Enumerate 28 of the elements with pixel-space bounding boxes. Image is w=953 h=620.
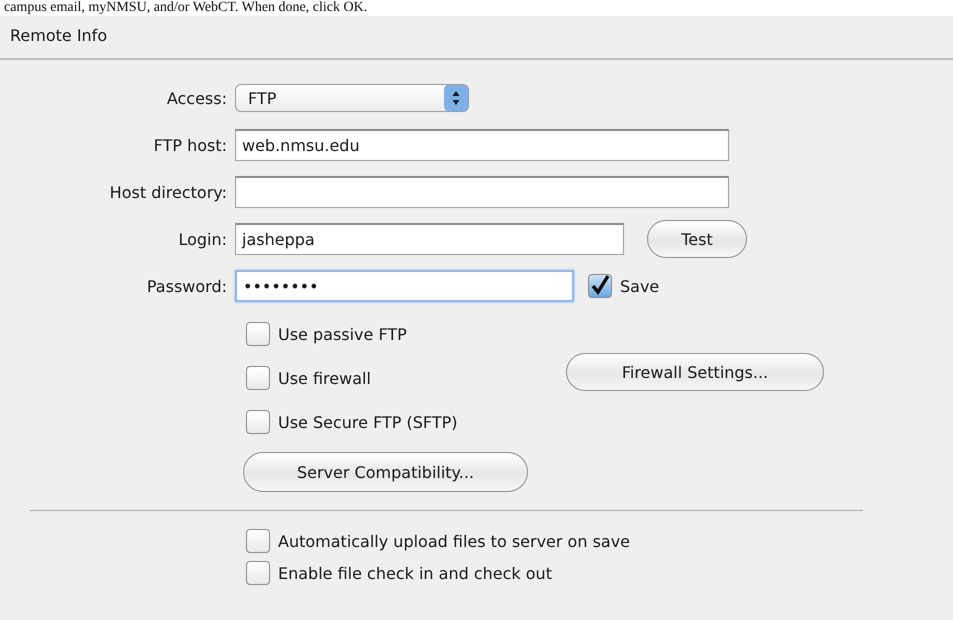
checkbox-label: Use firewall <box>278 368 371 388</box>
checkbox-label: Save <box>620 276 660 296</box>
panel-title: Remote Info <box>9 25 108 47</box>
input-field[interactable]: web.nmsu.edu <box>235 129 729 161</box>
option-checkbox[interactable] <box>246 366 270 390</box>
firewall-settings-button[interactable]: Firewall Settings... <box>566 353 824 391</box>
input-field[interactable] <box>235 176 729 208</box>
checkbox-label: Use Secure FTP (SFTP) <box>278 412 458 432</box>
stepper-icon <box>444 85 468 111</box>
field-label: Host directory: <box>108 182 228 202</box>
field-label: FTP host: <box>152 136 228 154</box>
option-checkbox[interactable] <box>246 561 270 585</box>
option-checkbox[interactable] <box>246 410 270 434</box>
intro-text: campus email, myNMSU, and/or WebCT. When done, click OK. <box>3 0 368 16</box>
test-button[interactable]: Test <box>647 220 747 258</box>
server-compatibility-button[interactable]: Server Compatibility... <box>243 452 528 492</box>
input-field[interactable]: •••••••• <box>235 270 574 302</box>
save-checkbox[interactable] <box>588 274 612 298</box>
input-field[interactable]: jasheppa <box>235 223 624 255</box>
field-label: Access: <box>166 88 228 108</box>
checkbox-label: Automatically upload files to server on save <box>278 532 630 550</box>
access-dropdown[interactable]: FTP <box>235 84 469 112</box>
field-label: Login: <box>177 230 228 248</box>
field-label: Password: <box>146 276 228 296</box>
checkbox-label: Use passive FTP <box>278 324 407 344</box>
option-checkbox[interactable] <box>246 322 270 346</box>
option-checkbox[interactable] <box>246 529 270 553</box>
checkbox-label: Enable file check in and check out <box>278 564 552 582</box>
